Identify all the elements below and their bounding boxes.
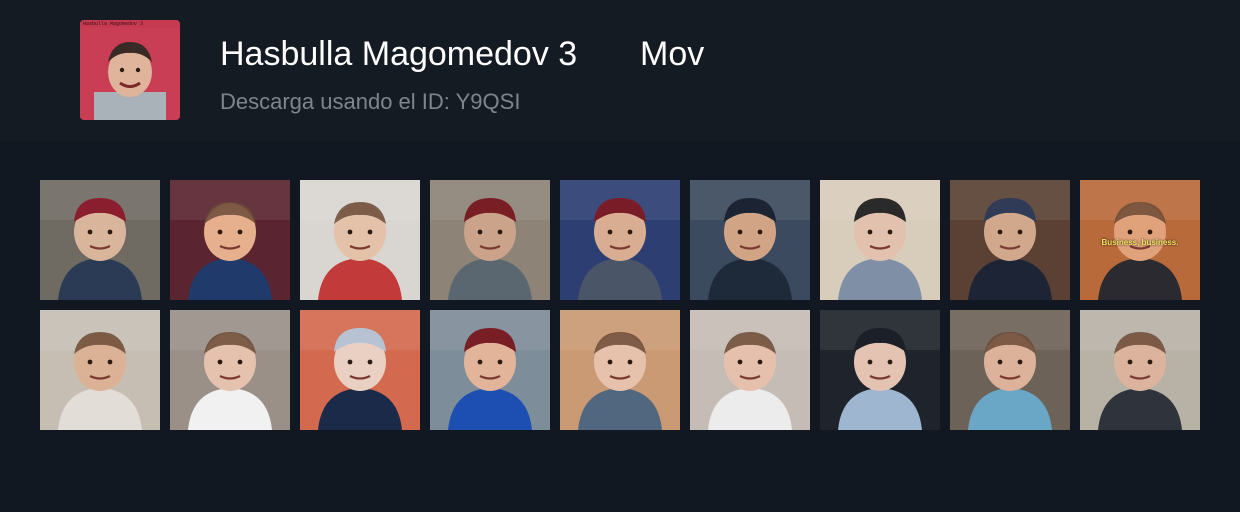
sticker-thumbnail[interactable] [690,310,810,430]
cover-face-illustration [94,42,166,120]
sticker-thumbnail[interactable]: Business, business. [1080,180,1200,300]
sticker-thumbnail[interactable] [560,310,680,430]
sticker-image [690,310,810,430]
sticker-thumbnail[interactable] [170,180,290,300]
sticker-thumbnail[interactable] [820,310,940,430]
pack-cover-image: Hasbulla Magomedov 3 [80,20,180,120]
sticker-image [560,180,680,300]
sticker-thumbnail[interactable] [430,310,550,430]
pack-type: Mov [640,35,705,73]
sticker-thumbnail[interactable] [170,310,290,430]
sticker-thumbnail[interactable] [300,310,420,430]
sticker-image [820,180,940,300]
sticker-image [560,310,680,430]
sticker-image [300,310,420,430]
sticker-image [950,180,1070,300]
sticker-image [40,180,160,300]
sticker-thumbnail[interactable] [950,180,1070,300]
download-id-text: Descarga usando el ID: Y9QSI [220,89,521,114]
sticker-image [430,180,550,300]
sticker-image [40,310,160,430]
sticker-image [170,180,290,300]
sticker-thumbnail[interactable] [690,180,810,300]
sticker-thumbnail[interactable] [950,310,1070,430]
sticker-thumbnail[interactable] [40,180,160,300]
sticker-grid: Business, business. [40,180,1200,430]
pack-header: Hasbulla Magomedov 3 Hasbulla Magomedov … [0,0,1240,141]
pack-title: Hasbulla Magomedov 3 [220,35,578,73]
sticker-caption: Business, business. [1101,238,1179,247]
sticker-thumbnail[interactable] [40,310,160,430]
sticker-image [430,310,550,430]
sticker-image [1080,310,1200,430]
sticker-image [690,180,810,300]
sticker-image [950,310,1070,430]
sticker-thumbnail[interactable] [430,180,550,300]
sticker-thumbnail[interactable] [560,180,680,300]
sticker-image [300,180,420,300]
sticker-thumbnail[interactable] [300,180,420,300]
sticker-thumbnail[interactable] [820,180,940,300]
sticker-image [820,310,940,430]
sticker-thumbnail[interactable] [1080,310,1200,430]
sticker-image [170,310,290,430]
